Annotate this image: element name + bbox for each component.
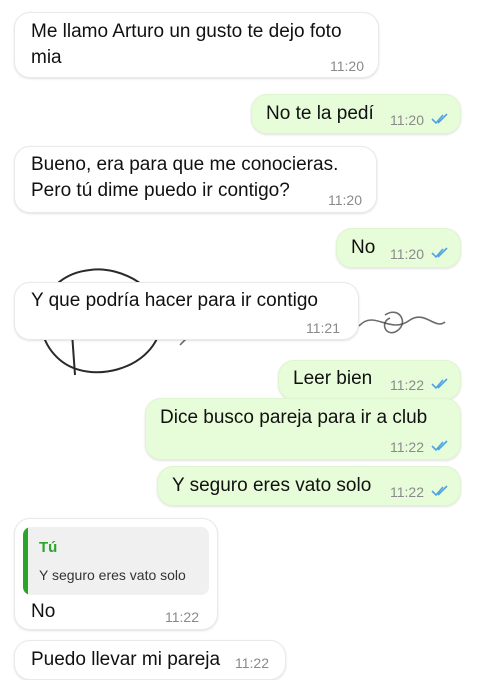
message-time: 11:22 — [390, 439, 424, 455]
incoming-message[interactable]: Bueno, era para que me conocieras. Pero … — [14, 146, 377, 213]
message-time: 11:22 — [165, 609, 199, 625]
message-text: Pero tú dime puedo ir contigo? — [31, 180, 290, 201]
quote-accent-bar — [23, 527, 28, 595]
message-text: Me llamo Arturo un gusto te dejo foto — [31, 21, 342, 42]
message-time: 11:20 — [328, 192, 362, 208]
message-text: No — [351, 237, 376, 258]
outgoing-message[interactable]: Leer bien 11:22 — [278, 360, 461, 400]
message-text: Leer bien — [293, 368, 373, 389]
message-text: mia — [31, 47, 62, 68]
message-time: 11:21 — [306, 320, 340, 336]
incoming-reply-message[interactable]: Tú Y seguro eres vato solo No 11:22 — [14, 518, 218, 630]
read-ticks-icon — [431, 485, 448, 497]
message-text: Dice busco pareja para ir a club — [160, 407, 428, 428]
incoming-message[interactable]: Puedo llevar mi pareja 11:22 — [14, 640, 286, 680]
message-time: 11:20 — [390, 112, 424, 128]
outgoing-message[interactable]: Dice busco pareja para ir a club 11:22 — [145, 398, 461, 460]
message-time: 11:22 — [390, 484, 424, 500]
message-text: Bueno, era para que me conocieras. — [31, 154, 339, 175]
outgoing-message[interactable]: Y seguro eres vato solo 11:22 — [157, 466, 461, 506]
message-time: 11:20 — [390, 246, 424, 262]
outgoing-message[interactable]: No te la pedí 11:20 — [251, 94, 461, 134]
message-time: 11:22 — [390, 377, 424, 393]
message-text: Puedo llevar mi pareja — [31, 649, 221, 670]
message-text: No te la pedí — [266, 103, 374, 124]
read-ticks-icon — [431, 113, 448, 125]
quoted-message[interactable]: Tú Y seguro eres vato solo — [23, 527, 209, 595]
message-time: 11:22 — [235, 655, 269, 671]
message-text: Y seguro eres vato solo — [172, 475, 372, 496]
incoming-message[interactable]: Y que podría hacer para ir contigo 11:21 — [14, 282, 359, 340]
message-text: No — [31, 601, 56, 622]
quote-author: Tú — [39, 539, 58, 556]
outgoing-message[interactable]: No 11:20 — [336, 228, 461, 268]
read-ticks-icon — [431, 247, 448, 259]
read-ticks-icon — [431, 378, 448, 390]
message-time: 11:20 — [330, 58, 364, 74]
read-ticks-icon — [431, 440, 448, 452]
message-text: Y que podría hacer para ir contigo — [31, 290, 318, 311]
quote-text: Y seguro eres vato solo — [39, 567, 186, 583]
incoming-message[interactable]: Me llamo Arturo un gusto te dejo foto mi… — [14, 12, 379, 78]
